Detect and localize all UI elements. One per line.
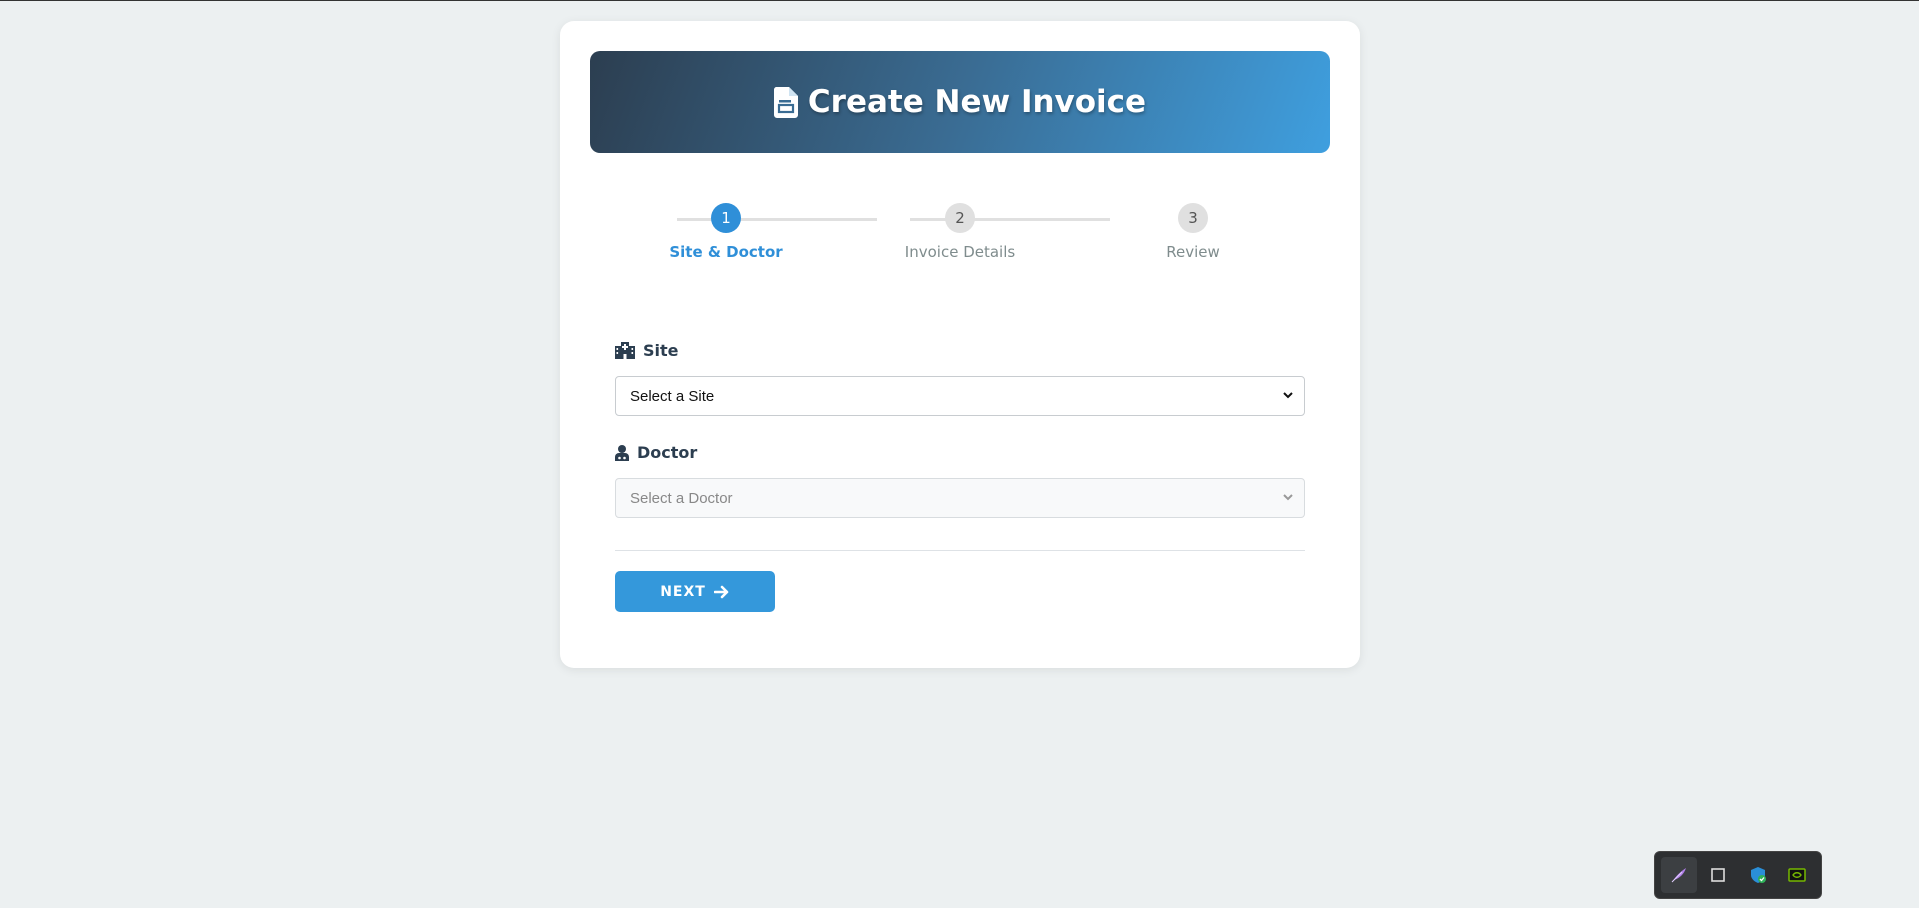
step-label: Invoice Details bbox=[904, 243, 1016, 261]
doctor-select[interactable]: Select a Doctor bbox=[615, 478, 1305, 518]
user-doctor-icon bbox=[615, 444, 629, 461]
next-button-label: NEXT bbox=[660, 583, 706, 600]
page-title: Create New Invoice bbox=[807, 84, 1147, 120]
step-number: 1 bbox=[711, 203, 741, 233]
shield-icon[interactable] bbox=[1740, 857, 1776, 893]
step-review: 3 Review bbox=[1103, 203, 1283, 261]
step-number: 3 bbox=[1178, 203, 1208, 233]
system-tray-overflow bbox=[1654, 851, 1822, 899]
step-label: Review bbox=[1166, 243, 1220, 261]
site-select-value: Select a Site bbox=[630, 387, 715, 405]
window-icon[interactable] bbox=[1701, 857, 1737, 893]
doctor-select-value: Select a Doctor bbox=[630, 489, 733, 507]
nvidia-icon[interactable] bbox=[1780, 857, 1816, 893]
arrow-right-icon bbox=[713, 585, 730, 599]
next-button[interactable]: NEXT bbox=[615, 571, 775, 612]
window-top-border bbox=[0, 0, 1919, 1]
chevron-down-icon bbox=[1282, 388, 1294, 406]
site-select[interactable]: Select a Site bbox=[615, 376, 1305, 416]
step-site-doctor: 1 Site & Doctor bbox=[636, 203, 816, 261]
chevron-down-icon bbox=[1282, 490, 1294, 508]
invoice-card: Create New Invoice 1 Site & Doctor 2 Inv… bbox=[560, 21, 1360, 668]
doctor-label: Doctor bbox=[615, 443, 697, 462]
step-number: 2 bbox=[945, 203, 975, 233]
doctor-label-text: Doctor bbox=[637, 443, 698, 462]
hospital-icon bbox=[615, 342, 635, 359]
step-label: Site & Doctor bbox=[669, 243, 783, 261]
progress-stepper: 1 Site & Doctor 2 Invoice Details 3 Revi… bbox=[660, 203, 1260, 273]
form-divider bbox=[615, 550, 1305, 551]
step-invoice-details: 2 Invoice Details bbox=[870, 203, 1050, 261]
document-icon bbox=[773, 86, 798, 118]
feather-icon[interactable] bbox=[1661, 857, 1697, 893]
page-header: Create New Invoice bbox=[590, 51, 1330, 153]
site-label-text: Site bbox=[643, 341, 679, 360]
site-label: Site bbox=[615, 341, 679, 360]
